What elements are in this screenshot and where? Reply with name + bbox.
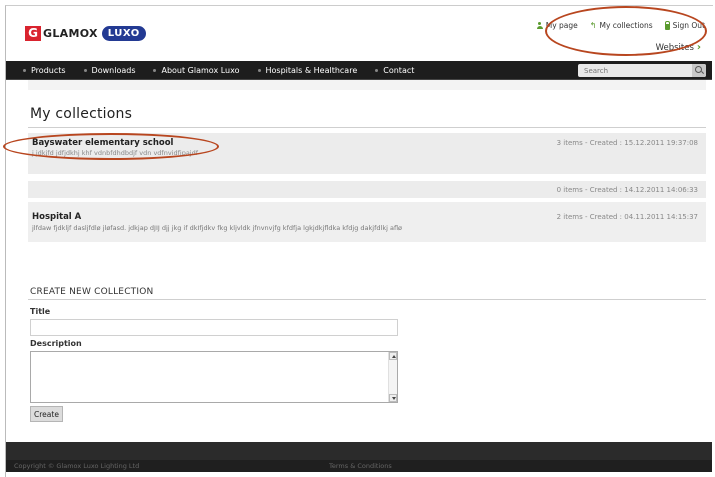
collection-item[interactable]: 0 items - Created : 14.12.2011 14:06:33 (28, 181, 706, 198)
nav-item-products[interactable]: Products (6, 66, 66, 75)
bullet-icon (153, 68, 157, 72)
description-label: Description (30, 339, 82, 348)
scroll-down-arrow-icon[interactable] (389, 394, 397, 402)
sign-out-label: Sign Out (672, 21, 705, 30)
my-collections-label: My collections (599, 21, 653, 30)
sign-out-link[interactable]: Sign Out (664, 20, 705, 30)
collection-meta: 2 items - Created : 04.11.2011 14:15:37 (556, 213, 698, 221)
nav-item-label: Contact (383, 65, 415, 75)
collection-meta: 0 items - Created : 14.12.2011 14:06:33 (556, 186, 698, 194)
collection-description: j jdkjfd jdfjdkhj khf vdnbfdhdbdjf vdn v… (32, 149, 199, 157)
footer: Copyright © Glamox Luxo Lighting Ltd Ter… (6, 442, 712, 472)
my-page-label: My page (545, 21, 578, 30)
search-icon[interactable] (692, 64, 706, 77)
chevron-right-icon: › (696, 42, 701, 53)
footer-bar: Copyright © Glamox Luxo Lighting Ltd Ter… (6, 460, 712, 472)
user-links: My page ↰ My collections Sign Out (536, 20, 705, 30)
create-collection-heading: CREATE NEW COLLECTION (30, 287, 154, 297)
scroll-up-arrow-icon[interactable] (389, 352, 397, 360)
nav-item-hospitals[interactable]: Hospitals & Healthcare (240, 65, 358, 75)
collection-name[interactable]: Hospital A (32, 212, 81, 222)
person-icon (536, 22, 543, 29)
nav-item-label: Products (31, 65, 66, 75)
bullet-icon (375, 68, 379, 72)
websites-link[interactable]: Websites › (656, 42, 701, 53)
terms-link[interactable]: Terms & Conditions (329, 462, 392, 470)
lock-icon (664, 20, 670, 30)
collection-meta: 3 items - Created : 15.12.2011 19:37:08 (556, 139, 698, 147)
collection-icon: ↰ (589, 21, 597, 30)
glamox-luxo-logo[interactable]: G GLAMOX LUXO (25, 26, 146, 41)
collection-description: jlfdaw fjdkljf dasljfdlø jløfasd. jdkjap… (32, 224, 403, 232)
nav-item-label: About Glamox Luxo (161, 65, 240, 75)
websites-label: Websites (655, 42, 694, 53)
page-title: My collections (30, 106, 133, 122)
nav-item-label: Downloads (91, 65, 136, 75)
collection-item[interactable]: Hospital A jlfdaw fjdkljf dasljfdlø jløf… (28, 202, 706, 242)
create-button[interactable]: Create (30, 406, 63, 422)
sub-strip (28, 80, 706, 90)
search-box (578, 64, 706, 77)
title-label: Title (30, 307, 51, 316)
logo-luxo-badge: LUXO (101, 26, 146, 41)
my-collections-link[interactable]: ↰ My collections (590, 21, 653, 30)
divider (28, 127, 706, 128)
logo-glamox-text: GLAMOX (43, 27, 98, 40)
copyright-text: Copyright © Glamox Luxo Lighting Ltd (14, 462, 140, 470)
collection-item[interactable]: Bayswater elementary school j jdkjfd jdf… (28, 133, 706, 174)
bullet-icon (83, 68, 87, 72)
nav-item-label: Hospitals & Healthcare (265, 65, 358, 75)
nav-item-contact[interactable]: Contact (357, 66, 414, 75)
description-textarea[interactable] (30, 351, 398, 403)
logo-g-mark: G (25, 26, 41, 41)
textarea-scrollbar[interactable] (388, 352, 397, 402)
title-input[interactable] (30, 319, 398, 336)
bullet-icon (257, 68, 261, 72)
bullet-icon (23, 68, 26, 72)
collection-name[interactable]: Bayswater elementary school (32, 138, 173, 148)
search-input[interactable] (578, 64, 688, 77)
my-page-link[interactable]: My page (536, 21, 578, 30)
divider (28, 299, 706, 300)
nav-item-about[interactable]: About Glamox Luxo (135, 65, 240, 75)
nav-item-downloads[interactable]: Downloads (66, 65, 136, 75)
main-navigation: Products Downloads About Glamox Luxo Hos… (6, 61, 712, 80)
